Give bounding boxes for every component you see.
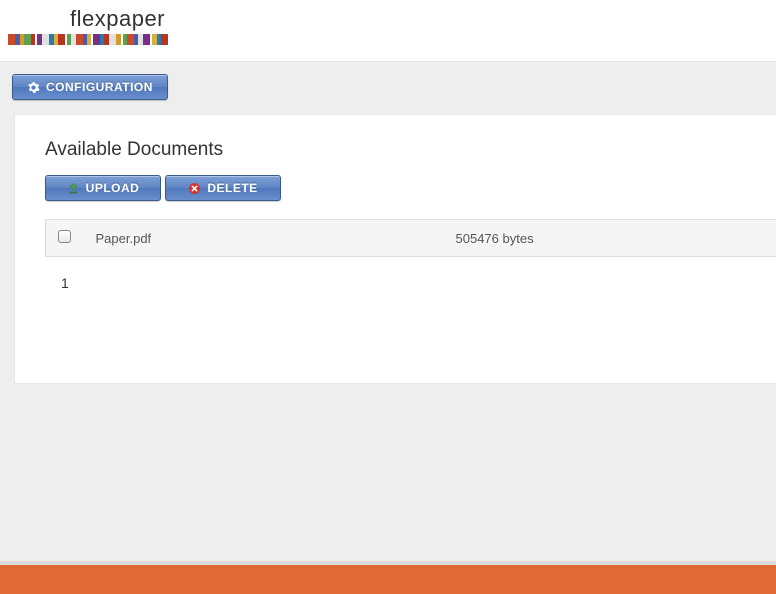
panel-actions: UPLOAD DELETE — [45, 175, 776, 201]
documents-panel: Available Documents UPLOAD DELETE Paper.… — [14, 114, 776, 384]
row-filesize: 505476 bytes — [444, 220, 776, 257]
table-row: Paper.pdf505476 bytes — [46, 220, 776, 257]
configuration-button[interactable]: CONFIGURATION — [12, 74, 168, 100]
top-toolbar: CONFIGURATION — [0, 62, 776, 114]
upload-button[interactable]: UPLOAD — [45, 175, 161, 201]
brand-title: flexpaper — [0, 6, 776, 32]
brand-barcode — [8, 34, 168, 45]
row-filename[interactable]: Paper.pdf — [84, 220, 444, 257]
footer-bar — [0, 561, 776, 594]
row-checkbox[interactable] — [58, 230, 71, 243]
page-number[interactable]: 1 — [61, 275, 69, 291]
documents-table: Paper.pdf505476 bytes — [45, 219, 776, 257]
configuration-button-label: CONFIGURATION — [46, 80, 153, 94]
panel-title: Available Documents — [45, 139, 776, 161]
delete-button-label: DELETE — [207, 181, 257, 195]
pagination: 1 — [45, 257, 776, 291]
header: flexpaper — [0, 0, 776, 62]
gear-icon — [27, 81, 40, 94]
upload-icon — [67, 182, 80, 195]
upload-button-label: UPLOAD — [86, 181, 140, 195]
delete-icon — [188, 182, 201, 195]
row-checkbox-cell — [46, 220, 84, 257]
delete-button[interactable]: DELETE — [165, 175, 281, 201]
